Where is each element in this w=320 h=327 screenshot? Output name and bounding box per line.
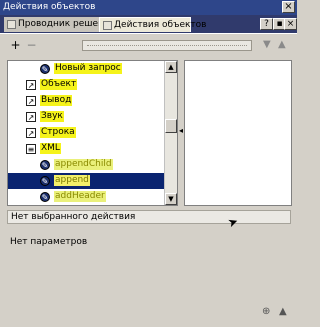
move-down-button[interactable]: ▼ — [263, 39, 271, 50]
xml-icon: ≡ — [26, 144, 36, 154]
object-icon: ↗ — [26, 96, 36, 106]
object-icon: ↗ — [26, 128, 36, 138]
tab-solution-explorer[interactable]: Проводник решения — [4, 17, 115, 32]
move-up-button[interactable]: ▲ — [278, 39, 286, 50]
list-item-label: addHeader — [54, 191, 106, 202]
close-button[interactable]: × — [282, 1, 295, 13]
object-icon: ↗ — [26, 112, 36, 122]
splitter-grip: ◂ — [179, 126, 184, 135]
object-icon: ↗ — [26, 80, 36, 90]
list-item[interactable]: ≡ XML — [8, 141, 165, 157]
list-item-label: Строка — [40, 127, 76, 138]
parameters-text: Нет параметров — [10, 237, 88, 247]
method-icon: ✎ — [40, 160, 50, 170]
toolbar: + − ▼ ▲ — [0, 33, 297, 58]
object-actions-icon — [103, 21, 112, 30]
list-item[interactable]: ✎ Новый запрос — [8, 61, 165, 77]
list-item-label: append — [54, 175, 90, 186]
details-panel — [184, 60, 292, 206]
method-icon: ✎ — [40, 176, 50, 186]
status-bar: Нет выбранного действия — [7, 210, 291, 224]
title-bar: Действия объектов × — [0, 0, 297, 15]
list-item-label: appendChild — [54, 159, 113, 170]
list-item[interactable]: ↗ Строка — [8, 125, 165, 141]
tab-object-actions[interactable]: Действия объектов — [99, 17, 206, 32]
list-item-label: Новый запрос — [54, 63, 122, 74]
help-button[interactable]: ? — [260, 18, 273, 30]
action-combo[interactable] — [82, 40, 252, 51]
list-item[interactable]: ✎ append — [8, 173, 165, 189]
object-actions-panel: Действия объектов × Проводник решения Де… — [0, 0, 297, 327]
scroll-down-button[interactable]: ▼ — [165, 193, 177, 205]
globe-icon[interactable]: ⊕ — [262, 306, 270, 317]
tab-close-button[interactable]: × — [284, 18, 297, 30]
scroll-up-button[interactable]: ▲ — [165, 61, 177, 73]
list-item-label: Вывод — [40, 95, 73, 106]
list-item[interactable]: ↗ Звук — [8, 109, 165, 125]
list-item-label: Звук — [40, 111, 64, 122]
tab-label: Действия объектов — [114, 20, 207, 30]
method-icon: ✎ — [40, 64, 50, 74]
list-item-label: Объект — [40, 79, 78, 90]
list-item[interactable]: ↗ Вывод — [8, 93, 165, 109]
list-item[interactable]: ✎ appendChild — [8, 157, 165, 173]
window-title: Действия объектов — [3, 2, 96, 12]
list-item[interactable]: ✎attributes — [8, 205, 165, 206]
list-item[interactable]: ↗ Объект — [8, 77, 165, 93]
scroll-thumb[interactable] — [165, 119, 177, 133]
solution-explorer-icon — [7, 20, 16, 29]
vertical-scrollbar[interactable]: ▲ ▼ — [164, 61, 177, 205]
up-arrow-icon[interactable]: ▲ — [279, 306, 287, 317]
tab-strip: Проводник решения Действия объектов ? ▪ … — [0, 15, 297, 33]
add-action-button[interactable]: + — [9, 39, 22, 52]
action-tree[interactable]: ✎ Новый запрос ↗ Объект ↗ Вывод ↗ Звук ↗ Строка ≡ X… — [7, 60, 178, 206]
list-item-label: XML — [40, 143, 61, 154]
method-icon: ✎ — [40, 192, 50, 202]
remove-action-button[interactable]: − — [25, 39, 38, 52]
list-item[interactable]: ✎ addHeader — [8, 189, 165, 205]
